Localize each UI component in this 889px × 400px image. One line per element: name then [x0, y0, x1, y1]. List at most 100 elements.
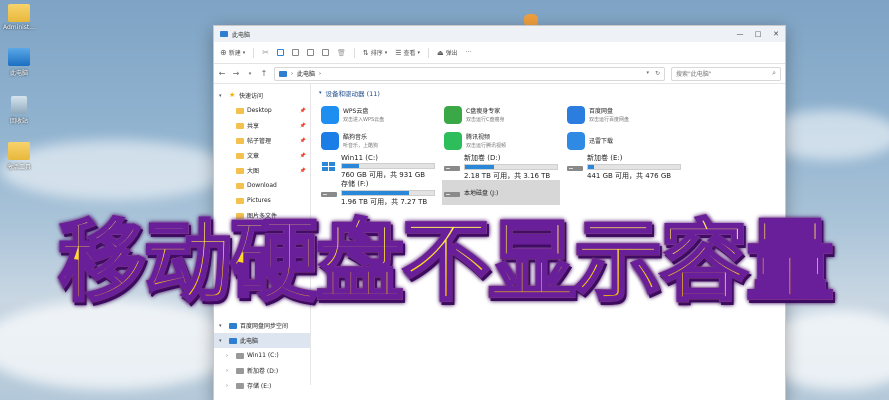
app-shortcut-tile[interactable]: 酷狗音乐 听音乐，上酷狗 — [319, 128, 437, 153]
eject-icon: ⏏ — [437, 48, 444, 57]
tile-name: 腾讯视频 — [466, 134, 491, 141]
view-icon: ☰ — [395, 48, 402, 57]
drive-name: 存储 (F:) — [341, 179, 369, 188]
drive-tile[interactable]: 新加卷 (D:) 2.18 TB 可用，共 3.16 TB — [442, 154, 560, 180]
nav-item[interactable]: › 新加卷 (D:) — [214, 363, 310, 378]
nav-item[interactable]: 共享 📌 — [214, 118, 310, 133]
chevron-right-icon: › — [319, 70, 322, 77]
sort-button[interactable]: ⇅ 排序 ▾ — [362, 48, 387, 58]
nav-item-label: 大图 — [247, 168, 260, 175]
nav-item[interactable]: Download — [214, 178, 310, 193]
back-arrow-icon[interactable]: ← — [218, 69, 226, 78]
folder-icon — [236, 167, 244, 174]
drive-tile[interactable]: Win11 (C:) 760 GB 可用，共 931 GB — [319, 154, 437, 179]
chevron-right-icon: › — [291, 70, 293, 77]
desktop-icon-this-pc[interactable]: 此电脑 — [2, 48, 36, 77]
chevron-icon[interactable]: ▾ — [219, 338, 226, 344]
maximize-button[interactable]: □ — [749, 30, 767, 38]
nav-item[interactable]: 文章 📌 — [214, 148, 310, 163]
desktop-icon-admin[interactable]: Administ... — [2, 4, 36, 31]
chevron-down-icon[interactable]: ▾ — [646, 70, 649, 77]
pin-icon: 📌 — [299, 167, 306, 174]
app-shortcut-tile[interactable]: 腾讯视频双击运行腾讯视频 — [442, 128, 560, 153]
search-input[interactable]: 搜索"此电脑" ⌕ — [671, 66, 781, 81]
drive-tile[interactable]: 存储 (F:) 1.96 TB 可用，共 7.27 TB — [319, 179, 437, 206]
drive-tile[interactable]: 新加卷 (E:) 441 GB 可用，共 476 GB — [565, 153, 683, 181]
minimize-button[interactable]: — — [731, 30, 749, 38]
drive-name: Win11 (C:) — [341, 153, 378, 162]
recent-chevron-icon[interactable]: ▾ — [246, 71, 254, 77]
folder-icon — [236, 137, 244, 144]
eject-button[interactable]: ⏏ 弹出 — [437, 48, 458, 58]
nav-item[interactable]: 大图 📌 — [214, 163, 310, 178]
nav-item[interactable]: ▾ 百度网盘同步空间 — [214, 318, 310, 333]
pin-icon: 📌 — [299, 137, 306, 144]
drive-icon — [236, 367, 244, 374]
nav-item[interactable]: Pictures — [214, 193, 310, 208]
folder-icon — [236, 197, 244, 204]
tile-subtitle: 双击运行腾讯视频 — [466, 143, 507, 149]
desktop-icon-recycle-bin[interactable]: 回收站 — [2, 96, 36, 125]
new-button[interactable]: ⊕ 新建 ▾ — [220, 48, 245, 57]
section-title: 设备和驱动器 (11) — [325, 90, 380, 98]
tile-name: 迅雷下载 — [589, 137, 614, 145]
nav-item[interactable]: › 存储 (E:) — [214, 378, 310, 393]
this-pc-icon — [229, 337, 237, 344]
chevron-icon[interactable]: ▾ — [219, 93, 226, 99]
this-pc-icon — [229, 322, 237, 329]
drive-meta: 新加卷 (E:) 441 GB 可用，共 476 GB — [587, 153, 681, 181]
nav-item-label: 百度网盘同步空间 — [240, 323, 289, 330]
title-bar[interactable]: 此电脑 — □ ✕ — [214, 26, 785, 42]
devices-grid: WPS云盘 双击进入WPS云盘 C盘瘦身专家 双击运行C盘瘦身 百度网盘 双击运行百度网盘… — [319, 102, 777, 206]
desktop-icon-label: 此电脑 — [9, 70, 28, 77]
folder-icon — [236, 122, 244, 129]
sort-icon: ⇅ — [362, 48, 369, 57]
toolbar-divider — [253, 47, 255, 58]
address-bar[interactable]: › 此电脑 › ▾ ↻ — [274, 66, 665, 81]
drive-tile[interactable]: 本地磁盘 (J:) — [442, 180, 560, 205]
capacity-bar — [587, 163, 681, 170]
tile-subtitle: 双击进入WPS云盘 — [343, 117, 385, 123]
share-button[interactable] — [321, 49, 329, 56]
search-icon: ⌕ — [772, 69, 776, 77]
delete-button[interactable]: 🗑 — [337, 49, 346, 57]
nav-item[interactable]: 帖子管理 📌 — [214, 133, 310, 148]
folder-icon — [8, 4, 30, 22]
view-button[interactable]: ☰ 查看 ▾ — [395, 48, 421, 58]
nav-item-label: 此电脑 — [240, 338, 259, 345]
trash-icon: 🗑 — [336, 48, 346, 57]
cut-button[interactable]: ✂ — [262, 48, 269, 57]
nav-item[interactable]: › Win11 (C:) — [214, 348, 310, 363]
path-segment[interactable]: 此电脑 — [297, 69, 315, 78]
app-shortcut-tile[interactable]: C盘瘦身专家 双击运行C盘瘦身 — [442, 102, 560, 127]
rename-button[interactable] — [306, 49, 314, 56]
copy-button[interactable] — [276, 49, 284, 56]
chevron-icon[interactable]: › — [226, 353, 233, 359]
drive-icon — [321, 187, 337, 199]
app-shortcut-tile[interactable]: WPS云盘 双击进入WPS云盘 — [319, 102, 437, 127]
more-options-button[interactable]: ··· — [466, 49, 472, 56]
plus-icon: ⊕ — [220, 48, 227, 57]
app-shortcut-tile[interactable]: 百度网盘 双击运行百度网盘 — [565, 102, 683, 127]
desktop-icon-activation[interactable]: 激活工具 — [2, 142, 36, 171]
capacity-bar-fill — [588, 164, 595, 169]
tile-meta: 百度网盘 双击运行百度网盘 — [589, 106, 629, 123]
monitor-icon — [8, 48, 30, 66]
refresh-icon[interactable]: ↻ — [655, 70, 660, 77]
nav-item[interactable]: Desktop 📌 — [214, 103, 310, 118]
tile-meta: C盘瘦身专家 双击运行C盘瘦身 — [466, 106, 505, 123]
chevron-icon[interactable]: › — [226, 383, 233, 389]
app-shortcut-tile[interactable]: 迅雷下载 — [565, 128, 683, 153]
forward-arrow-icon[interactable]: → — [232, 69, 240, 78]
chevron-icon[interactable]: ▾ — [219, 323, 226, 329]
nav-item[interactable]: ▾ 此电脑 — [214, 333, 310, 348]
section-header[interactable]: ▾ 设备和驱动器 (11) — [319, 88, 777, 98]
chevron-icon[interactable]: › — [226, 368, 233, 374]
chevron-down-icon: ▾ — [417, 49, 421, 56]
up-arrow-icon[interactable]: ↑ — [260, 69, 268, 78]
nav-item[interactable]: ▾ ★ 快速访问 — [214, 88, 310, 103]
close-button[interactable]: ✕ — [767, 30, 785, 38]
paste-button[interactable] — [291, 49, 299, 56]
tile-subtitle: 双击运行百度网盘 — [589, 117, 630, 123]
address-bar-row: ← → ▾ ↑ › 此电脑 › ▾ ↻ 搜索"此电脑" ⌕ — [214, 64, 785, 84]
